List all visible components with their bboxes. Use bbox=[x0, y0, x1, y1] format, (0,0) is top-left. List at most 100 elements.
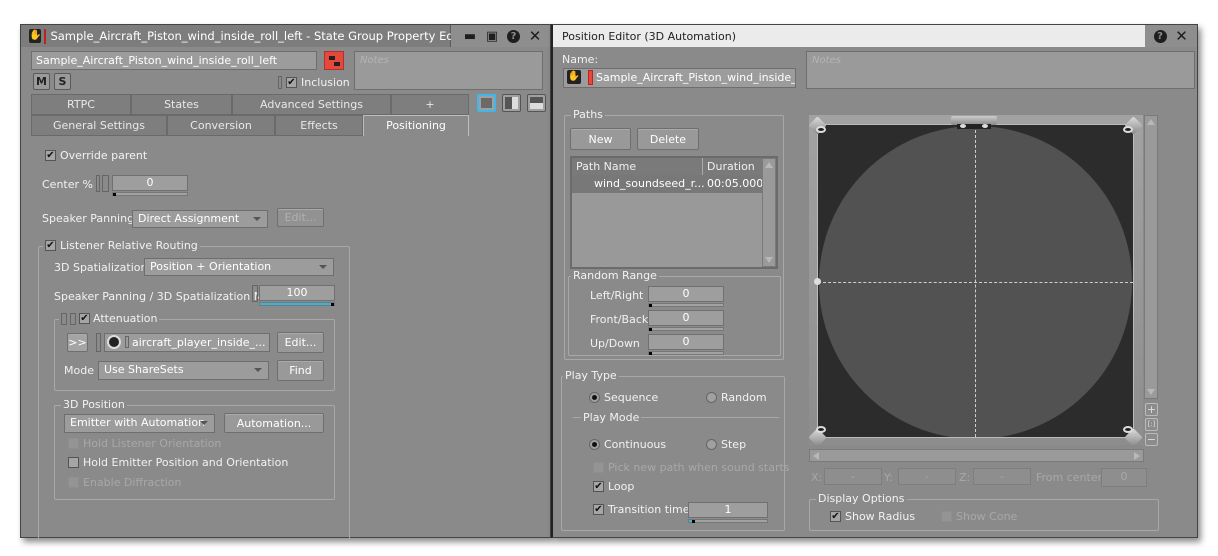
y-field[interactable]: - bbox=[898, 468, 956, 485]
tab-general-settings[interactable]: General Settings bbox=[31, 115, 167, 136]
solo-button[interactable]: S bbox=[54, 73, 71, 90]
automation-button[interactable]: Automation... bbox=[224, 413, 324, 433]
tab-rtpc[interactable]: RTPC bbox=[31, 94, 131, 115]
random-radio[interactable]: Random bbox=[706, 391, 767, 404]
step-radio[interactable]: Step bbox=[706, 438, 746, 451]
front-back-value[interactable]: 0 bbox=[648, 310, 724, 326]
slider-knob[interactable] bbox=[649, 328, 652, 331]
layout-split-horizontal-icon[interactable] bbox=[527, 94, 546, 112]
tab-effects[interactable]: Effects bbox=[275, 115, 363, 136]
notes-field[interactable]: Notes bbox=[806, 51, 1195, 89]
folder-icon[interactable]: ▬ bbox=[463, 29, 477, 44]
play-mode-label: Play Mode bbox=[581, 411, 642, 424]
sequence-radio[interactable]: Sequence bbox=[589, 391, 658, 404]
color-tag[interactable] bbox=[44, 28, 47, 44]
left-right-value[interactable]: 0 bbox=[648, 286, 724, 302]
slider-knob[interactable] bbox=[113, 193, 116, 196]
layout-single-icon[interactable] bbox=[477, 94, 496, 112]
override-parent-checkbox[interactable]: ✔ Override parent bbox=[45, 149, 147, 162]
speaker-panning-select[interactable]: Direct Assignment bbox=[132, 210, 268, 228]
attenuation-edit-button[interactable]: Edit... bbox=[277, 332, 324, 353]
hold-listener-orientation-checkbox[interactable]: Hold Listener Orientation bbox=[68, 437, 221, 450]
position-canvas[interactable] bbox=[817, 124, 1134, 438]
continuous-label: Continuous bbox=[604, 438, 667, 451]
tab-positioning[interactable]: Positioning bbox=[363, 115, 469, 136]
listener-relative-routing-label: Listener Relative Routing bbox=[60, 239, 198, 252]
title-tab[interactable]: ✋ Sample_Aircraft_Piston_wind_inside_rol… bbox=[21, 25, 473, 47]
hold-emitter-checkbox[interactable]: Hold Emitter Position and Orientation bbox=[68, 456, 288, 469]
loop-checkbox[interactable]: ✔ Loop bbox=[593, 480, 634, 493]
scroll-down-icon[interactable] bbox=[1147, 389, 1155, 395]
slider-knob[interactable] bbox=[692, 520, 695, 523]
emitter-position-point[interactable] bbox=[814, 278, 821, 285]
checkbox-box bbox=[593, 462, 604, 473]
help-icon[interactable]: ? bbox=[507, 29, 520, 43]
mix-slider[interactable]: 100 bbox=[259, 285, 335, 307]
scroll-right-icon[interactable] bbox=[1134, 452, 1140, 460]
spatialization-select[interactable]: Position + Orientation bbox=[144, 258, 334, 276]
zoom-fit-button[interactable]: [:] bbox=[1145, 418, 1158, 431]
up-down-slider[interactable]: 0 bbox=[648, 334, 724, 356]
attenuation-checkbox[interactable]: ✔ bbox=[79, 313, 90, 324]
show-cone-checkbox[interactable]: Show Cone bbox=[941, 510, 1017, 523]
transition-time-slider[interactable]: 1 bbox=[688, 502, 768, 524]
attenuation-header[interactable]: ✔ Attenuation bbox=[59, 312, 160, 325]
notes-field[interactable]: Notes bbox=[354, 51, 543, 90]
tab-states[interactable]: States bbox=[131, 94, 232, 115]
listener-relative-routing-header[interactable]: ✔ Listener Relative Routing bbox=[43, 239, 200, 252]
scroll-left-icon[interactable] bbox=[813, 452, 819, 460]
save-icon[interactable]: ▣ bbox=[485, 29, 499, 44]
tab-add[interactable]: + bbox=[391, 94, 469, 115]
close-icon[interactable]: ✕ bbox=[528, 27, 542, 45]
hierarchy-icon[interactable] bbox=[324, 51, 344, 70]
inclusion-checkbox[interactable]: ✔ Inclusion bbox=[286, 76, 350, 89]
column-path-name[interactable]: Path Name bbox=[572, 158, 703, 175]
layout-split-vertical-icon[interactable] bbox=[502, 94, 521, 112]
column-duration[interactable]: Duration bbox=[703, 158, 762, 175]
mute-button[interactable]: M bbox=[33, 73, 50, 90]
center-value[interactable]: 0 bbox=[112, 175, 188, 191]
expand-button[interactable]: >> bbox=[67, 333, 88, 352]
center-slider[interactable]: 0 bbox=[112, 175, 188, 197]
up-down-value[interactable]: 0 bbox=[648, 334, 724, 350]
path-row[interactable]: wind_soundseed_r... 00:05.000 bbox=[572, 175, 763, 193]
radio-dot bbox=[589, 392, 600, 403]
zoom-in-button[interactable]: + bbox=[1145, 403, 1158, 416]
canvas-vertical-scrollbar[interactable] bbox=[1144, 115, 1158, 399]
canvas-horizontal-scrollbar[interactable] bbox=[809, 449, 1144, 462]
from-center-field[interactable]: 0 bbox=[1101, 468, 1147, 487]
left-right-slider[interactable]: 0 bbox=[648, 286, 724, 308]
enable-diffraction-checkbox[interactable]: Enable Diffraction bbox=[68, 476, 181, 489]
scroll-up-icon[interactable] bbox=[765, 162, 773, 168]
show-radius-checkbox[interactable]: ✔ Show Radius bbox=[830, 510, 915, 523]
slider-knob[interactable] bbox=[331, 303, 334, 306]
slider-knob[interactable] bbox=[649, 304, 652, 307]
pick-new-path-checkbox[interactable]: Pick new path when sound starts bbox=[593, 461, 790, 474]
object-name-input[interactable]: Sample_Aircraft_Piston_wind_inside_roll_… bbox=[31, 51, 317, 70]
mix-value[interactable]: 100 bbox=[259, 285, 335, 301]
front-back-slider[interactable]: 0 bbox=[648, 310, 724, 332]
close-icon[interactable]: ✕ bbox=[1175, 27, 1189, 45]
help-icon[interactable]: ? bbox=[1153, 29, 1167, 43]
find-button[interactable]: Find bbox=[277, 360, 324, 381]
continuous-radio[interactable]: Continuous bbox=[589, 438, 666, 451]
speaker-panning-edit-button[interactable]: Edit... bbox=[277, 208, 324, 227]
scroll-up-icon[interactable] bbox=[1147, 119, 1155, 125]
3d-position-select[interactable]: Emitter with Automation bbox=[64, 414, 215, 433]
tab-advanced-settings[interactable]: Advanced Settings bbox=[232, 94, 391, 115]
x-field[interactable]: - bbox=[824, 468, 882, 485]
transition-time-value[interactable]: 1 bbox=[688, 502, 768, 518]
listener-relative-routing-checkbox[interactable]: ✔ bbox=[45, 240, 56, 251]
delete-path-button[interactable]: Delete bbox=[637, 128, 699, 150]
attenuation-shareset-field[interactable]: aircraft_player_inside_... bbox=[104, 333, 270, 352]
zoom-out-button[interactable]: − bbox=[1145, 433, 1158, 446]
z-field[interactable]: - bbox=[973, 468, 1031, 485]
tab-conversion[interactable]: Conversion bbox=[167, 115, 275, 136]
new-path-button[interactable]: New bbox=[570, 128, 631, 150]
scroll-down-icon[interactable] bbox=[765, 257, 773, 263]
name-field: ✋ Sample_Aircraft_Piston_wind_inside_r..… bbox=[563, 68, 796, 88]
mode-select[interactable]: Use ShareSets bbox=[98, 361, 269, 380]
slider-knob[interactable] bbox=[649, 352, 652, 355]
transition-time-checkbox[interactable]: ✔ Transition time bbox=[593, 503, 690, 516]
path-list-scrollbar[interactable] bbox=[762, 158, 776, 267]
